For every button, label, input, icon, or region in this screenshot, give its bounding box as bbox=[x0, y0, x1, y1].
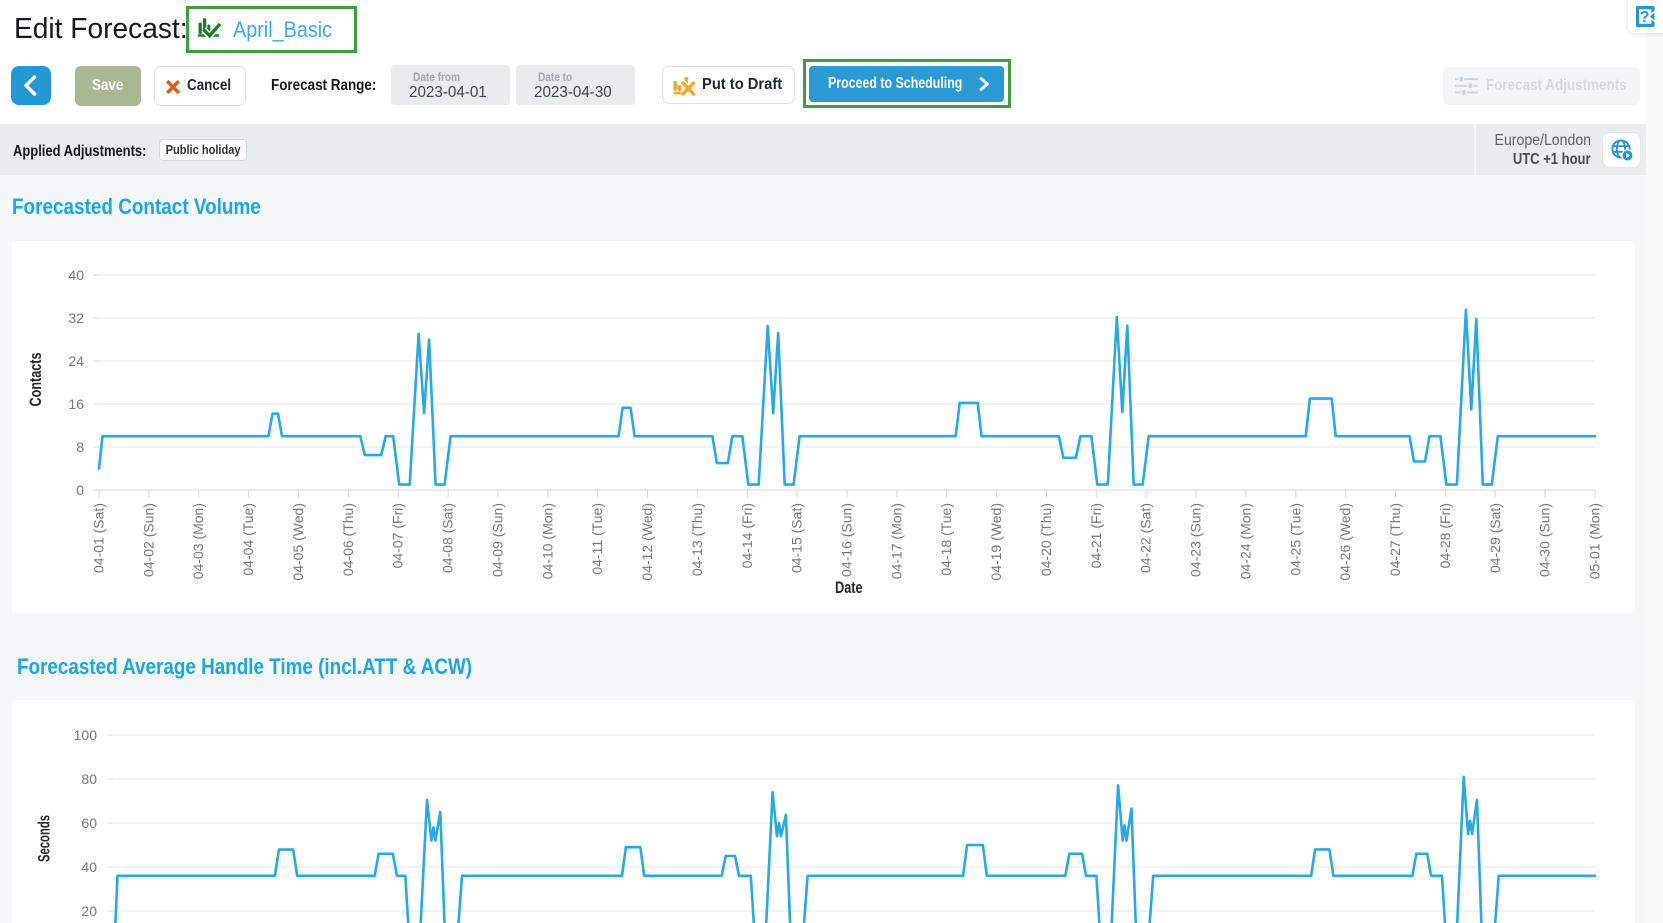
svg-text:40: 40 bbox=[81, 859, 97, 875]
svg-text:100: 100 bbox=[74, 727, 98, 743]
svg-text:Seconds: Seconds bbox=[36, 815, 54, 862]
svg-text:20: 20 bbox=[81, 903, 97, 919]
svg-text:80: 80 bbox=[81, 771, 97, 787]
svg-text:60: 60 bbox=[81, 815, 97, 831]
svg-text:?: ? bbox=[1640, 9, 1650, 26]
